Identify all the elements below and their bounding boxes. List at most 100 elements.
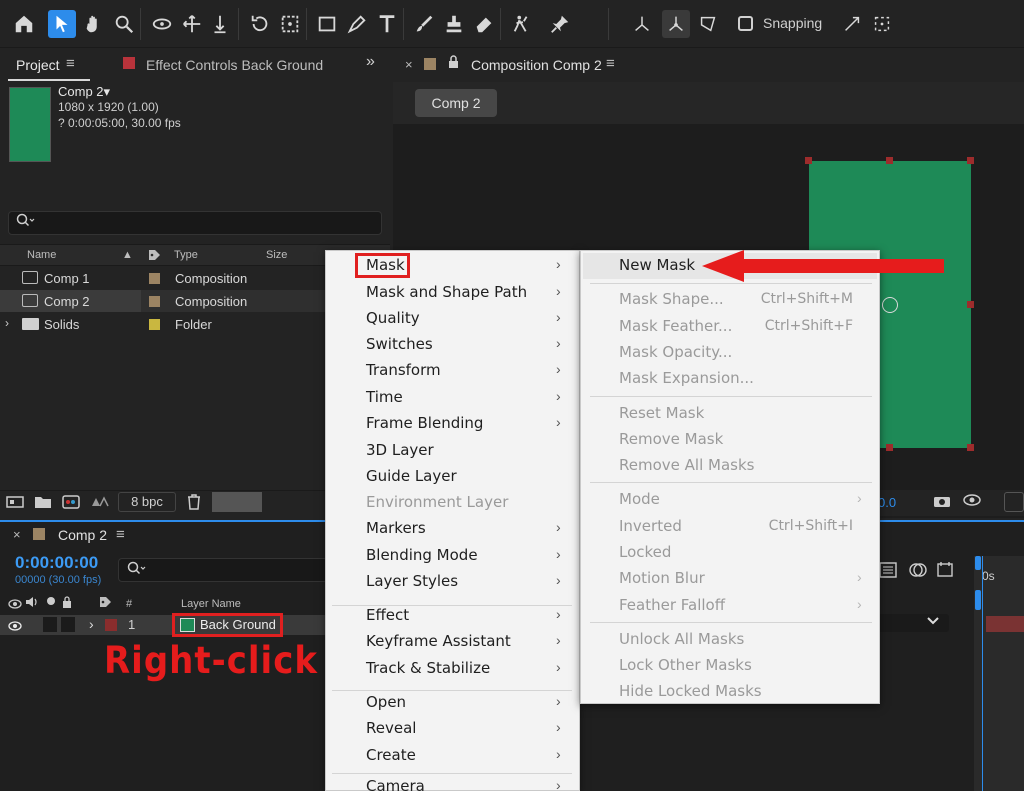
- lock-icon[interactable]: [62, 596, 72, 611]
- tab-timeline-comp[interactable]: Comp 2: [58, 527, 107, 543]
- column-type-header[interactable]: Type: [174, 249, 198, 261]
- comp-name[interactable]: Comp 2▾: [58, 84, 110, 100]
- current-time-display[interactable]: 0:00:00:00: [15, 553, 98, 573]
- mask-submenu-item[interactable]: New Mask: [619, 256, 695, 274]
- eraser-tool-icon[interactable]: [470, 10, 498, 38]
- new-composition-icon[interactable]: [62, 494, 80, 513]
- tab-composition[interactable]: Composition Comp 2: [471, 57, 602, 73]
- layer-handle[interactable]: [967, 301, 974, 308]
- camera-snapshot-icon[interactable]: [933, 494, 951, 511]
- context-menu-item[interactable]: Transform: [366, 361, 441, 379]
- layer-handle[interactable]: [886, 157, 893, 164]
- anchor-point-icon[interactable]: [882, 297, 898, 313]
- project-settings-icon[interactable]: [90, 494, 110, 513]
- new-folder-icon[interactable]: [34, 494, 52, 513]
- view-axis-mode-icon[interactable]: [694, 10, 722, 38]
- context-menu-item[interactable]: Quality: [366, 309, 420, 327]
- audio-icon[interactable]: [25, 596, 39, 611]
- context-menu-item[interactable]: Switches: [366, 335, 433, 353]
- clone-stamp-tool-icon[interactable]: [440, 10, 468, 38]
- context-menu-item[interactable]: Open: [366, 693, 406, 711]
- context-menu-item[interactable]: Frame Blending: [366, 414, 483, 432]
- interpret-footage-icon[interactable]: [6, 494, 24, 513]
- video-visibility-icon[interactable]: [8, 597, 22, 612]
- chevron-right-icon[interactable]: ›: [5, 316, 9, 330]
- context-menu-item[interactable]: Reveal: [366, 719, 416, 737]
- puppet-pin-tool-icon[interactable]: [546, 10, 574, 38]
- context-menu-item[interactable]: Track & Stabilize: [366, 659, 490, 677]
- close-icon[interactable]: ×: [405, 57, 413, 72]
- context-menu-item[interactable]: Camera: [366, 777, 425, 791]
- panel-menu-icon[interactable]: ≡: [606, 55, 615, 72]
- home-icon[interactable]: [10, 10, 38, 38]
- anchor-point-tool-icon[interactable]: [276, 10, 304, 38]
- rectangle-tool-icon[interactable]: [313, 10, 341, 38]
- graph-editor-icon[interactable]: [879, 562, 897, 581]
- chevron-down-icon[interactable]: [926, 615, 940, 629]
- context-menu-item[interactable]: Mask and Shape Path: [366, 283, 527, 301]
- motion-blur-icon[interactable]: [908, 561, 928, 582]
- layer-visibility-icon[interactable]: [8, 619, 22, 634]
- context-menu-item[interactable]: Blending Mode: [366, 546, 478, 564]
- tab-project[interactable]: Project: [16, 57, 60, 73]
- layer-duration-bar[interactable]: [986, 616, 1024, 632]
- zoom-tool-icon[interactable]: [110, 10, 138, 38]
- brush-tool-icon[interactable]: [410, 10, 438, 38]
- close-icon[interactable]: ×: [13, 527, 21, 542]
- column-size-header[interactable]: Size: [266, 249, 287, 261]
- frame-blending-icon[interactable]: [936, 560, 956, 581]
- context-menu-item[interactable]: Guide Layer: [366, 467, 457, 485]
- context-menu-item[interactable]: Time: [366, 388, 403, 406]
- column-name-header[interactable]: Name: [27, 249, 56, 261]
- world-axis-mode-icon[interactable]: [662, 10, 690, 38]
- work-area-start-handle[interactable]: [975, 556, 981, 570]
- panel-menu-icon[interactable]: ≡: [116, 526, 125, 543]
- snapping-checkbox[interactable]: [738, 16, 753, 31]
- lock-switch[interactable]: [61, 617, 75, 632]
- label-tag-icon[interactable]: [99, 596, 112, 611]
- selection-tool-icon[interactable]: [48, 10, 76, 38]
- label-tag-icon[interactable]: [148, 249, 161, 264]
- rotate-tool-icon[interactable]: [246, 10, 274, 38]
- roto-brush-tool-icon[interactable]: [508, 10, 536, 38]
- context-menu-item[interactable]: Keyframe Assistant: [366, 632, 511, 650]
- context-menu-item[interactable]: Create: [366, 746, 416, 764]
- panel-menu-icon[interactable]: ≡: [66, 55, 75, 72]
- expand-panels-icon[interactable]: »: [366, 53, 375, 71]
- context-menu-item[interactable]: 3D Layer: [366, 441, 434, 459]
- lock-icon[interactable]: [448, 55, 459, 71]
- tab-effect-controls[interactable]: Effect Controls Back Ground: [146, 57, 323, 73]
- context-menu-item[interactable]: Effect: [366, 606, 409, 624]
- sort-arrow-icon[interactable]: ▲: [122, 249, 133, 261]
- snap-features-icon[interactable]: [868, 10, 896, 38]
- type-tool-icon[interactable]: [373, 10, 401, 38]
- layer-handle[interactable]: [886, 444, 893, 451]
- layer-handle[interactable]: [805, 157, 812, 164]
- local-axis-mode-icon[interactable]: [628, 10, 656, 38]
- layer-name[interactable]: Back Ground: [200, 617, 276, 632]
- bit-depth-button[interactable]: 8 bpc: [118, 492, 176, 512]
- layer-handle[interactable]: [967, 157, 974, 164]
- context-menu-item[interactable]: Markers: [366, 519, 426, 537]
- layer-name-header[interactable]: Layer Name: [181, 598, 241, 610]
- trash-icon[interactable]: [187, 494, 201, 513]
- comp-breadcrumb-button[interactable]: Comp 2: [415, 89, 497, 117]
- layer-handle[interactable]: [967, 444, 974, 451]
- snap-edges-icon[interactable]: [838, 10, 866, 38]
- exposure-value[interactable]: 0.0: [878, 495, 896, 510]
- pan-camera-icon[interactable]: [178, 10, 206, 38]
- thumbnail-slider[interactable]: [212, 492, 262, 512]
- chevron-right-icon[interactable]: ›: [89, 616, 94, 632]
- solo-icon[interactable]: [47, 597, 55, 605]
- layer-search-input[interactable]: [118, 558, 328, 582]
- channel-select[interactable]: [1004, 492, 1024, 512]
- orbit-camera-icon[interactable]: [148, 10, 176, 38]
- project-search-input[interactable]: [8, 211, 382, 235]
- solo-switch[interactable]: [43, 617, 57, 632]
- playhead-handle[interactable]: [975, 590, 981, 610]
- layer-label-swatch[interactable]: [105, 619, 117, 631]
- context-menu-item[interactable]: Layer Styles: [366, 572, 458, 590]
- dolly-camera-icon[interactable]: [206, 10, 234, 38]
- show-snapshot-icon[interactable]: [962, 493, 982, 510]
- pen-tool-icon[interactable]: [343, 10, 371, 38]
